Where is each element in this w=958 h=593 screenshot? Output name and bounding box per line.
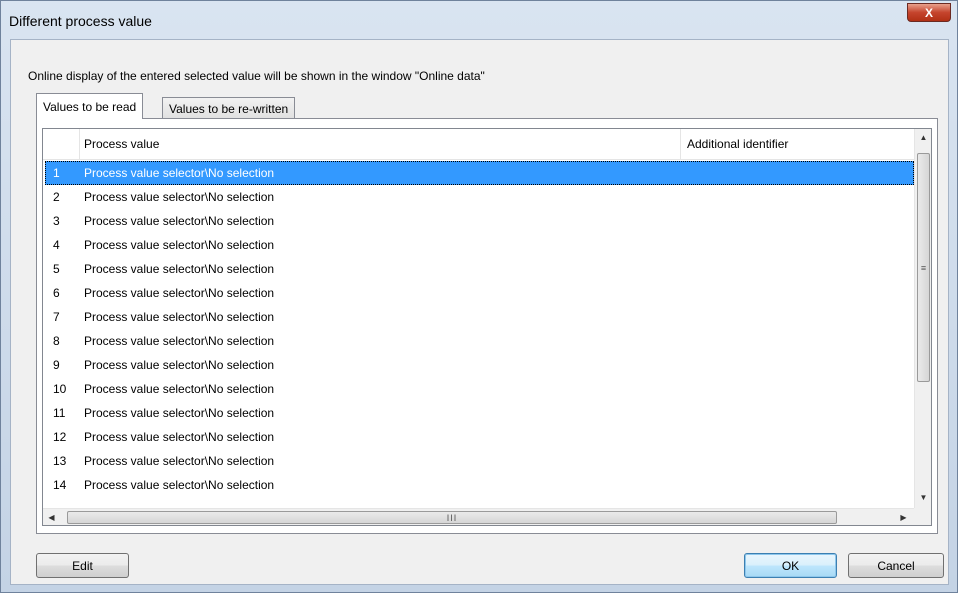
tab-values-to-be-read[interactable]: Values to be read (36, 93, 144, 119)
row-index: 5 (53, 262, 60, 276)
table-row[interactable]: 6 Process value selector\No selection (45, 281, 914, 305)
table-row[interactable]: 9 Process value selector\No selection (45, 353, 914, 377)
row-index: 9 (53, 358, 60, 372)
column-divider[interactable] (680, 129, 681, 159)
window-title: Different process value (9, 13, 152, 29)
table-row[interactable]: 12 Process value selector\No selection (45, 425, 914, 449)
scroll-right-icon[interactable]: ▶ (895, 509, 912, 525)
row-process-value: Process value selector\No selection (84, 454, 275, 468)
process-value-list[interactable]: Process value Additional identifier 1 Pro… (42, 128, 932, 526)
cancel-button[interactable]: Cancel (848, 553, 944, 578)
row-index: 11 (53, 406, 66, 420)
column-header-additional-identifier[interactable]: Additional identifier (687, 129, 912, 159)
row-index: 3 (53, 214, 60, 228)
horizontal-scroll-thumb[interactable]: III (67, 511, 837, 524)
table-row[interactable]: 11 Process value selector\No selection (45, 401, 914, 425)
table-row[interactable]: 1 Process value selector\No selection (45, 161, 914, 185)
row-process-value: Process value selector\No selection (84, 166, 275, 180)
row-process-value: Process value selector\No selection (84, 286, 275, 300)
grip-icon: III (446, 512, 458, 523)
tab-label: Values to be re-written (169, 101, 289, 116)
row-index: 4 (53, 238, 60, 252)
table-row[interactable]: 7 Process value selector\No selection (45, 305, 914, 329)
table-row[interactable]: 8 Process value selector\No selection (45, 329, 914, 353)
row-index: 6 (53, 286, 60, 300)
row-process-value: Process value selector\No selection (84, 334, 275, 348)
row-index: 2 (53, 190, 60, 204)
list-header: Process value Additional identifier (43, 129, 914, 160)
row-process-value: Process value selector\No selection (84, 214, 275, 228)
row-process-value: Process value selector\No selection (84, 262, 275, 276)
vertical-scrollbar[interactable]: ▲ ≡ ▼ (914, 129, 931, 508)
row-index: 1 (53, 166, 60, 180)
vertical-scroll-thumb[interactable]: ≡ (917, 153, 930, 382)
row-index: 8 (53, 334, 60, 348)
table-row[interactable]: 4 Process value selector\No selection (45, 233, 914, 257)
row-index: 13 (53, 454, 67, 468)
table-row[interactable]: 3 Process value selector\No selection (45, 209, 914, 233)
close-icon: X (924, 5, 933, 20)
grip-icon: ≡ (920, 262, 927, 273)
table-row[interactable]: 13 Process value selector\No selection (45, 449, 914, 473)
row-process-value: Process value selector\No selection (84, 406, 275, 420)
table-row[interactable]: 10 Process value selector\No selection (45, 377, 914, 401)
title-bar[interactable]: Different process value X (1, 1, 957, 39)
scroll-left-icon[interactable]: ◀ (43, 509, 60, 525)
edit-button[interactable]: Edit (36, 553, 129, 578)
row-process-value: Process value selector\No selection (84, 358, 275, 372)
close-button[interactable]: X (907, 3, 951, 22)
row-process-value: Process value selector\No selection (84, 190, 275, 204)
info-text: Online display of the entered selected v… (28, 69, 485, 83)
row-process-value: Process value selector\No selection (84, 310, 275, 324)
table-row[interactable]: 5 Process value selector\No selection (45, 257, 914, 281)
scrollbar-corner (914, 508, 931, 525)
row-process-value: Process value selector\No selection (84, 382, 275, 396)
row-index: 10 (53, 382, 67, 396)
ok-button[interactable]: OK (744, 553, 837, 578)
scroll-down-icon[interactable]: ▼ (915, 489, 931, 506)
row-process-value: Process value selector\No selection (84, 238, 275, 252)
tab-values-to-be-rewritten[interactable]: Values to be re-written (162, 97, 296, 119)
column-header-process-value[interactable]: Process value (84, 129, 679, 159)
row-process-value: Process value selector\No selection (84, 430, 275, 444)
row-index: 7 (53, 310, 60, 324)
table-row[interactable]: 14 Process value selector\No selection (45, 473, 914, 497)
horizontal-scrollbar[interactable]: ◀ III ▶ (43, 508, 914, 525)
row-index: 14 (53, 478, 67, 492)
row-index: 12 (53, 430, 67, 444)
tab-label: Values to be read (43, 99, 137, 114)
table-row[interactable]: 2 Process value selector\No selection (45, 185, 914, 209)
column-divider[interactable] (79, 129, 80, 159)
scroll-up-icon[interactable]: ▲ (915, 129, 931, 146)
column-header-index[interactable] (43, 129, 79, 159)
row-process-value: Process value selector\No selection (84, 478, 275, 492)
